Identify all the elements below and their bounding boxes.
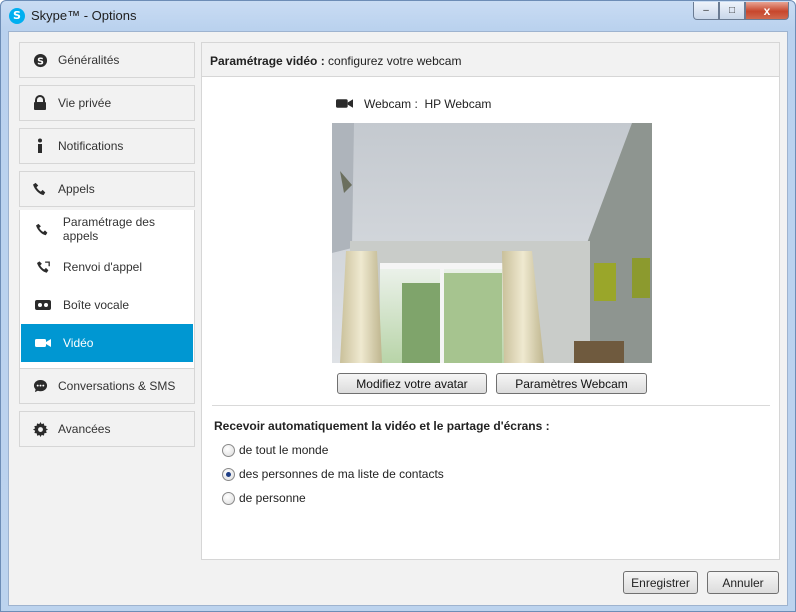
section-divider	[212, 405, 770, 406]
sidebar-item-label: Avancées	[58, 422, 111, 436]
webcam-selector[interactable]: Webcam : HP Webcam	[336, 97, 491, 111]
radio-label: de tout le monde	[239, 443, 329, 457]
sidebar-subitem-label: Boîte vocale	[63, 298, 130, 312]
panel-title: Paramétrage vidéo :	[210, 54, 325, 68]
skype-icon: S	[32, 52, 48, 68]
maximize-button[interactable]: □	[719, 2, 745, 20]
phone-icon	[35, 221, 51, 237]
sidebar-item-label: Généralités	[58, 53, 120, 67]
change-avatar-button[interactable]: Modifiez votre avatar	[337, 373, 487, 394]
close-button[interactable]: x	[745, 2, 789, 20]
sidebar-subitem-label: Paramétrage des appels	[62, 215, 155, 243]
sidebar-subitem-video[interactable]: Vidéo	[21, 324, 193, 362]
sidebar-item-conversations[interactable]: Conversations & SMS	[19, 368, 195, 404]
webcam-label: Webcam :	[364, 97, 418, 111]
save-button[interactable]: Enregistrer	[623, 571, 698, 594]
sidebar-item-label: Appels	[58, 182, 95, 196]
radio-label: des personnes de ma liste de contacts	[239, 467, 444, 481]
phone-icon	[32, 181, 48, 197]
options-window: S Skype™ - Options – □ x S Généralités V…	[0, 0, 796, 612]
radio-label: de personne	[239, 491, 306, 505]
webcam-preview-image	[332, 123, 652, 363]
client-area: S Généralités Vie privée Notifications A…	[8, 31, 788, 606]
voicemail-icon	[35, 297, 51, 313]
receive-option-contacts[interactable]: des personnes de ma liste de contacts	[222, 467, 444, 481]
call-forward-icon	[35, 259, 51, 275]
receive-option-everyone[interactable]: de tout le monde	[222, 443, 328, 457]
sidebar-item-label: Conversations & SMS	[58, 379, 176, 393]
cancel-button[interactable]: Annuler	[707, 571, 779, 594]
radio-button[interactable]	[222, 443, 235, 457]
svg-text:S: S	[37, 56, 44, 67]
window-title: Skype™ - Options	[31, 8, 137, 23]
panel-header: Paramétrage vidéo : configurez votre web…	[202, 43, 779, 77]
sidebar-subitem-label: Renvoi d'appel	[63, 260, 143, 274]
gear-icon	[32, 421, 48, 437]
radio-button[interactable]	[222, 491, 235, 505]
sidebar-item-calls[interactable]: Appels	[19, 171, 195, 207]
sidebar-subitem-call-settings[interactable]: Paramétrage des appels	[21, 210, 193, 248]
sidebar-subitem-voicemail[interactable]: Boîte vocale	[21, 286, 193, 324]
sidebar-item-label: Notifications	[58, 139, 124, 153]
sidebar-item-advanced[interactable]: Avancées	[19, 411, 195, 447]
minimize-button[interactable]: –	[693, 2, 719, 20]
sidebar-item-general[interactable]: S Généralités	[19, 42, 195, 78]
lock-icon	[32, 95, 48, 111]
sidebar-subitem-call-forward[interactable]: Renvoi d'appel	[21, 248, 193, 286]
receive-video-title: Recevoir automatiquement la vidéo et le …	[214, 419, 550, 433]
skype-icon: S	[9, 8, 25, 24]
webcam-name: HP Webcam	[424, 97, 492, 111]
video-camera-icon	[35, 335, 51, 351]
sidebar-item-notifications[interactable]: Notifications	[19, 128, 195, 164]
window-controls: – □ x	[693, 2, 789, 21]
chat-icon	[32, 378, 48, 394]
panel-subtitle: configurez votre webcam	[324, 54, 462, 68]
receive-option-nobody[interactable]: de personne	[222, 491, 306, 505]
sidebar-item-privacy[interactable]: Vie privée	[19, 85, 195, 121]
title-bar[interactable]: S Skype™ - Options – □ x	[1, 1, 795, 31]
radio-button[interactable]	[222, 467, 235, 481]
sidebar-item-label: Vie privée	[58, 96, 112, 110]
info-icon	[32, 138, 48, 154]
webcam-preview	[332, 123, 652, 363]
webcam-settings-button[interactable]: Paramètres Webcam	[496, 373, 647, 394]
sidebar-subitem-label: Vidéo	[63, 336, 94, 350]
video-camera-icon	[336, 98, 354, 110]
video-settings-panel: Paramétrage vidéo : configurez votre web…	[201, 42, 780, 560]
